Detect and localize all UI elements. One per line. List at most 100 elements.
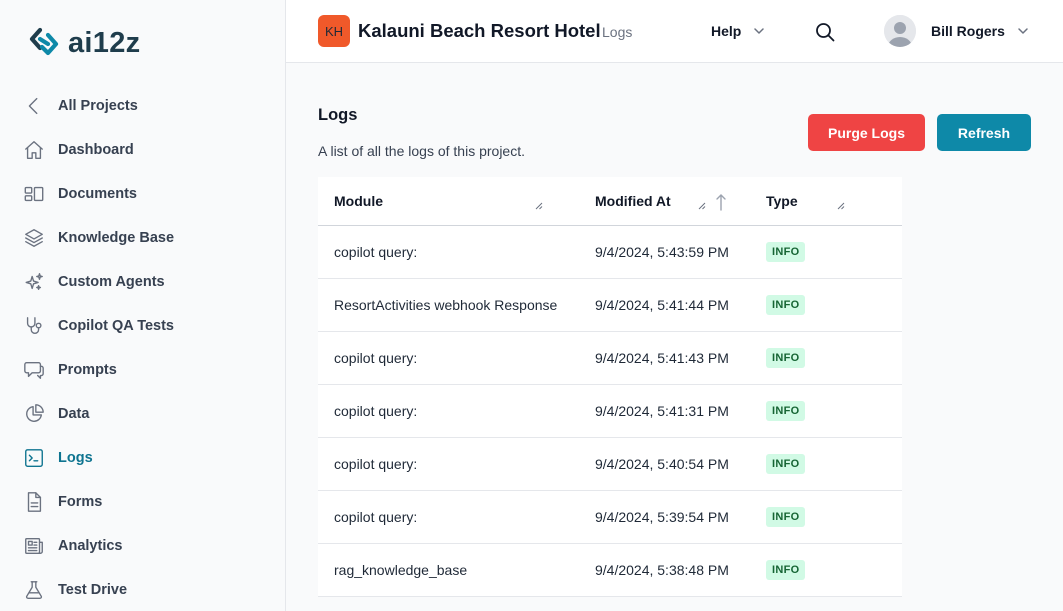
project-badge: KH bbox=[318, 15, 350, 47]
cell-type: INFO bbox=[750, 544, 902, 596]
logs-table: Module Modified At Type copilot query: 9… bbox=[318, 177, 902, 597]
page-title: Logs bbox=[318, 106, 358, 124]
sidebar-item-label: Forms bbox=[58, 494, 103, 510]
cell-module: copilot query: bbox=[334, 350, 418, 366]
help-menu[interactable]: Help bbox=[711, 23, 765, 39]
layers-icon bbox=[22, 226, 46, 250]
sidebar-item-analytics[interactable]: Analytics bbox=[0, 524, 286, 568]
sidebar-item-label: Test Drive bbox=[58, 582, 128, 598]
table-row[interactable]: ResortActivities webhook Response 9/4/20… bbox=[318, 279, 902, 332]
sidebar-item-label: Data bbox=[58, 406, 90, 422]
cell-modified-at: 9/4/2024, 5:41:31 PM bbox=[595, 403, 729, 419]
sparkles-icon bbox=[22, 270, 46, 294]
sidebar-item-knowledge-base[interactable]: Knowledge Base bbox=[0, 216, 286, 260]
sidebar-item-all-projects[interactable]: All Projects bbox=[0, 84, 286, 128]
cell-type: INFO bbox=[750, 279, 902, 331]
cell-type: INFO bbox=[750, 491, 902, 543]
sidebar-item-label: All Projects bbox=[58, 98, 138, 114]
sidebar-item-dashboard[interactable]: Dashboard bbox=[0, 128, 286, 172]
sidebar-item-copilot-qa-tests[interactable]: Copilot QA Tests bbox=[0, 304, 286, 348]
sidebar-item-data[interactable]: Data bbox=[0, 392, 286, 436]
page-description: A list of all the logs of this project. bbox=[318, 143, 525, 159]
sidebar-nav: All Projects Dashboard Documents Knowled… bbox=[0, 84, 286, 611]
help-label: Help bbox=[711, 23, 742, 39]
chevron-down-icon bbox=[1018, 28, 1028, 34]
stethoscope-icon bbox=[22, 314, 46, 338]
sidebar-item-label: Dashboard bbox=[58, 142, 134, 158]
resize-handle-icon[interactable] bbox=[836, 201, 845, 210]
status-badge: INFO bbox=[766, 560, 806, 580]
sidebar-item-custom-agents[interactable]: Custom Agents bbox=[0, 260, 286, 304]
table-row[interactable]: copilot query: 9/4/2024, 5:43:59 PM INFO bbox=[318, 226, 902, 279]
user-menu[interactable]: Bill Rogers bbox=[884, 15, 1029, 47]
refresh-button[interactable]: Refresh bbox=[937, 114, 1031, 151]
cell-type: INFO bbox=[750, 332, 902, 384]
sidebar-item-label: Logs bbox=[58, 450, 93, 466]
resize-handle-icon[interactable] bbox=[697, 201, 706, 210]
newspaper-icon bbox=[22, 534, 46, 558]
search-icon[interactable] bbox=[814, 21, 836, 43]
status-badge: INFO bbox=[766, 401, 806, 421]
cell-modified-at: 9/4/2024, 5:38:48 PM bbox=[595, 562, 729, 578]
main-content: Logs A list of all the logs of this proj… bbox=[286, 63, 1063, 611]
table-row[interactable]: rag_knowledge_base 9/4/2024, 5:38:48 PM … bbox=[318, 544, 902, 597]
cell-modified-at: 9/4/2024, 5:39:54 PM bbox=[595, 509, 729, 525]
sidebar-item-label: Prompts bbox=[58, 362, 117, 378]
logo-text: ai12z bbox=[68, 26, 141, 59]
column-header-modified-at[interactable]: Modified At bbox=[579, 177, 750, 225]
sidebar-item-label: Copilot QA Tests bbox=[58, 318, 174, 334]
cell-module: copilot query: bbox=[334, 403, 418, 419]
current-section: Logs bbox=[602, 24, 633, 40]
cell-type: INFO bbox=[750, 226, 902, 278]
sort-arrow-up-icon[interactable] bbox=[715, 193, 727, 211]
user-name: Bill Rogers bbox=[931, 23, 1005, 39]
sidebar-item-label: Documents bbox=[58, 186, 137, 202]
cell-module: copilot query: bbox=[334, 244, 418, 260]
cell-type: INFO bbox=[750, 385, 902, 437]
status-badge: INFO bbox=[766, 507, 806, 527]
table-row[interactable]: copilot query: 9/4/2024, 5:41:43 PM INFO bbox=[318, 332, 902, 385]
logo-mark-icon bbox=[29, 27, 59, 56]
column-header-type[interactable]: Type bbox=[750, 177, 902, 225]
table-header: Module Modified At Type bbox=[318, 177, 902, 226]
table-row[interactable]: copilot query: 9/4/2024, 5:41:31 PM INFO bbox=[318, 385, 902, 438]
sidebar: ai12z All Projects Dashboard Documents K… bbox=[0, 0, 286, 611]
purge-logs-button[interactable]: Purge Logs bbox=[808, 114, 925, 151]
cell-module: copilot query: bbox=[334, 509, 418, 525]
cell-modified-at: 9/4/2024, 5:41:43 PM bbox=[595, 350, 729, 366]
status-badge: INFO bbox=[766, 242, 806, 262]
project-name: Kalauni Beach Resort Hotel bbox=[358, 20, 601, 41]
home-icon bbox=[22, 138, 46, 162]
cell-module: ResortActivities webhook Response bbox=[334, 297, 558, 313]
chat-bubbles-icon bbox=[22, 358, 46, 382]
sidebar-item-logs[interactable]: Logs bbox=[0, 436, 286, 480]
status-badge: INFO bbox=[766, 348, 806, 368]
sidebar-item-documents[interactable]: Documents bbox=[0, 172, 286, 216]
column-header-module[interactable]: Module bbox=[318, 177, 579, 225]
table-row[interactable]: copilot query: 9/4/2024, 5:40:54 PM INFO bbox=[318, 438, 902, 491]
chevron-left-icon bbox=[22, 94, 46, 118]
sidebar-item-label: Knowledge Base bbox=[58, 230, 175, 246]
avatar bbox=[884, 15, 916, 47]
cell-module: copilot query: bbox=[334, 456, 418, 472]
cell-modified-at: 9/4/2024, 5:40:54 PM bbox=[595, 456, 729, 472]
pie-chart-icon bbox=[22, 402, 46, 426]
cell-module: rag_knowledge_base bbox=[334, 562, 468, 578]
sidebar-item-label: Analytics bbox=[58, 538, 123, 554]
chevron-down-icon bbox=[754, 28, 765, 34]
sidebar-item-prompts[interactable]: Prompts bbox=[0, 348, 286, 392]
cell-modified-at: 9/4/2024, 5:41:44 PM bbox=[595, 297, 729, 313]
ai12z-logo[interactable]: ai12z bbox=[28, 24, 140, 62]
status-badge: INFO bbox=[766, 454, 806, 474]
table-row[interactable]: copilot query: 9/4/2024, 5:39:54 PM INFO bbox=[318, 491, 902, 544]
sidebar-item-label: Custom Agents bbox=[58, 274, 165, 290]
cell-type: INFO bbox=[750, 438, 902, 490]
sidebar-item-test-drive[interactable]: Test Drive bbox=[0, 568, 286, 611]
cell-modified-at: 9/4/2024, 5:43:59 PM bbox=[595, 244, 729, 260]
beaker-icon bbox=[22, 578, 46, 602]
sidebar-item-forms[interactable]: Forms bbox=[0, 480, 286, 524]
status-badge: INFO bbox=[766, 295, 806, 315]
resize-handle-icon[interactable] bbox=[534, 201, 543, 210]
top-header: KH Kalauni Beach Resort Hotel Logs Help … bbox=[286, 0, 1063, 63]
terminal-icon bbox=[22, 446, 46, 470]
